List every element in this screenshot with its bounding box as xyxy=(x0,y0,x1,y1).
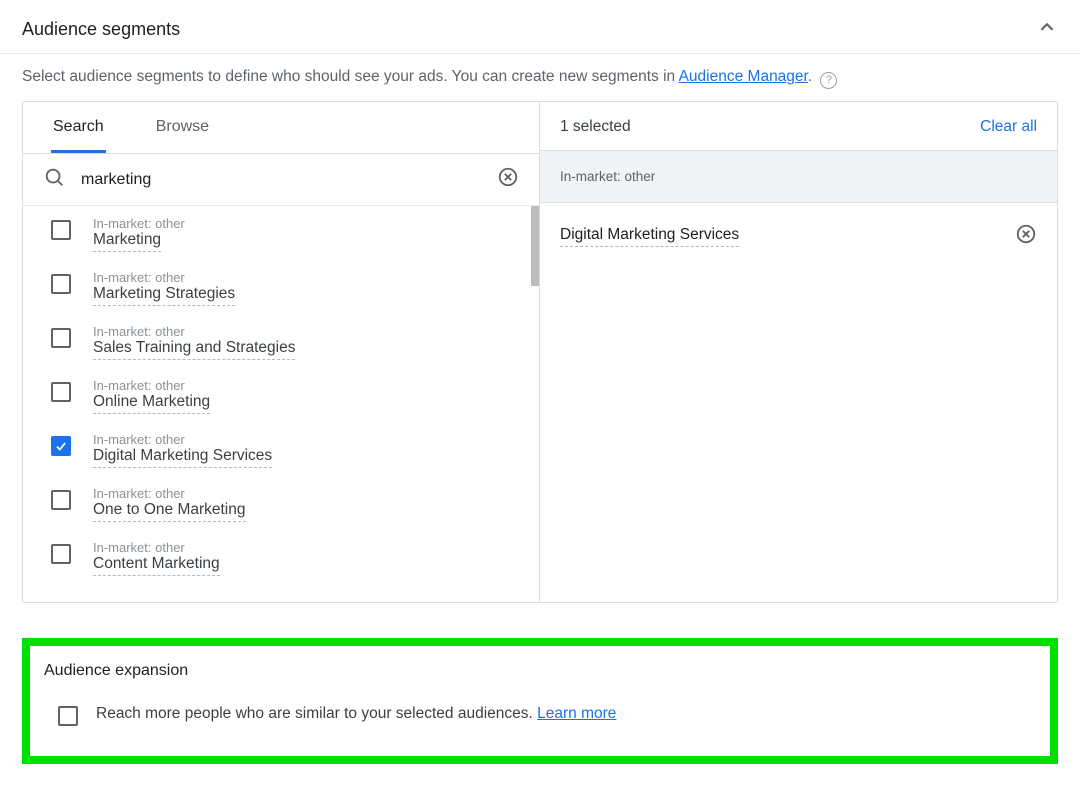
result-category: In-market: other xyxy=(93,378,210,393)
search-input[interactable] xyxy=(79,170,497,190)
result-category: In-market: other xyxy=(93,486,246,501)
result-row[interactable]: In-market: other Sales Training and Stra… xyxy=(23,314,539,368)
result-name: Content Marketing xyxy=(93,555,220,576)
result-row[interactable]: In-market: other Content Marketing xyxy=(23,530,539,584)
clear-search-icon[interactable] xyxy=(497,166,519,193)
tab-browse[interactable]: Browse xyxy=(154,118,211,153)
segments-tabs: Search Browse xyxy=(23,102,539,154)
search-icon xyxy=(43,166,79,193)
section-title: Audience segments xyxy=(22,19,180,40)
checkbox[interactable] xyxy=(51,382,71,402)
checkbox[interactable] xyxy=(51,544,71,564)
result-row[interactable]: In-market: other One to One Marketing xyxy=(23,476,539,530)
checkbox[interactable] xyxy=(51,436,71,456)
result-name: Marketing xyxy=(93,231,161,252)
divider xyxy=(0,53,1080,54)
result-name: Sales Training and Strategies xyxy=(93,339,295,360)
result-name: Digital Marketing Services xyxy=(93,447,272,468)
result-name: Online Marketing xyxy=(93,393,210,414)
remove-icon[interactable] xyxy=(1015,223,1037,250)
segments-right-pane: 1 selected Clear all In-market: other Di… xyxy=(540,102,1057,602)
checkbox[interactable] xyxy=(51,274,71,294)
search-bar xyxy=(23,154,539,206)
checkbox[interactable] xyxy=(51,328,71,348)
checkbox[interactable] xyxy=(51,490,71,510)
result-name: Marketing Strategies xyxy=(93,285,235,306)
result-name: One to One Marketing xyxy=(93,501,246,522)
audience-expansion-title: Audience expansion xyxy=(44,662,1036,680)
result-row[interactable]: In-market: other Marketing xyxy=(23,206,539,260)
result-row[interactable]: In-market: other Digital Marketing Servi… xyxy=(23,422,539,476)
result-category: In-market: other xyxy=(93,540,220,555)
selected-header: 1 selected Clear all xyxy=(540,102,1057,151)
description: Select audience segments to define who s… xyxy=(22,68,1058,87)
audience-expansion-text: Reach more people who are similar to you… xyxy=(96,705,616,723)
scrollbar-thumb[interactable] xyxy=(531,206,539,286)
audience-expansion-checkbox[interactable] xyxy=(58,706,78,726)
result-category: In-market: other xyxy=(93,216,185,231)
selected-name: Digital Marketing Services xyxy=(560,226,739,247)
collapse-icon[interactable] xyxy=(1036,16,1058,43)
tab-search[interactable]: Search xyxy=(51,118,106,153)
help-icon[interactable]: ? xyxy=(820,72,837,89)
result-category: In-market: other xyxy=(93,270,235,285)
audience-manager-link[interactable]: Audience Manager xyxy=(679,68,808,85)
checkbox[interactable] xyxy=(51,220,71,240)
learn-more-link[interactable]: Learn more xyxy=(537,705,616,722)
segments-panel: Search Browse In-market: other M xyxy=(22,101,1058,603)
description-suffix: . xyxy=(808,68,812,85)
result-row[interactable]: In-market: other Online Marketing xyxy=(23,368,539,422)
result-category: In-market: other xyxy=(93,432,272,447)
selected-row: Digital Marketing Services xyxy=(540,203,1057,270)
selected-group-label: In-market: other xyxy=(540,151,1057,203)
clear-all-button[interactable]: Clear all xyxy=(980,118,1037,136)
audience-expansion-highlight: Audience expansion Reach more people who… xyxy=(22,638,1058,764)
result-row[interactable]: In-market: other Marketing Strategies xyxy=(23,260,539,314)
segments-left-pane: Search Browse In-market: other M xyxy=(23,102,540,602)
description-text: Select audience segments to define who s… xyxy=(22,68,679,85)
results-list: In-market: other Marketing In-market: ot… xyxy=(23,206,539,602)
selected-count: 1 selected xyxy=(560,118,631,136)
section-header: Audience segments xyxy=(22,12,1058,53)
result-category: In-market: other xyxy=(93,324,295,339)
